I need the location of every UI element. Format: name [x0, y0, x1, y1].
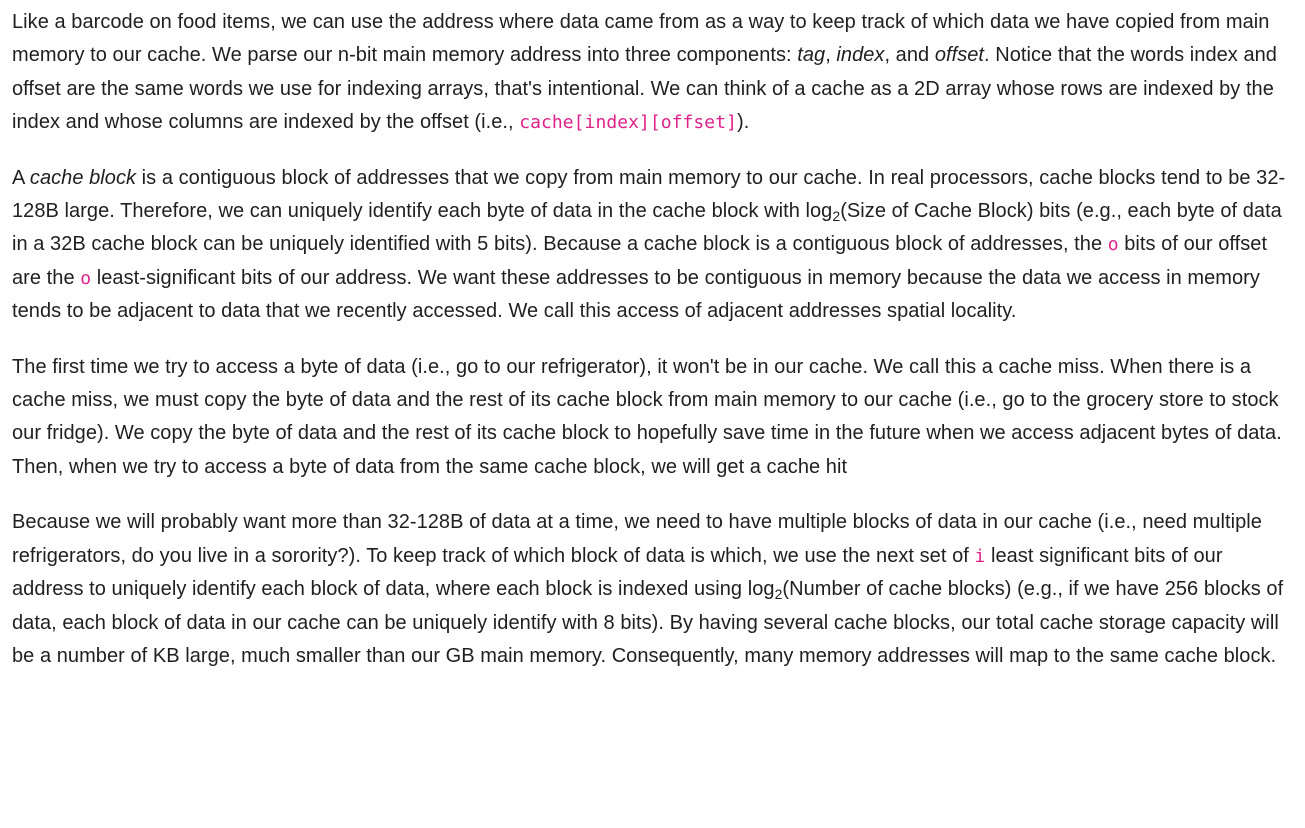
- text-run: ,: [825, 44, 837, 67]
- paragraph-address-components: Like a barcode on food items, we can use…: [12, 6, 1293, 140]
- log-subscript: 2: [832, 208, 841, 225]
- inline-code-o: o: [80, 267, 92, 289]
- paragraph-multiple-blocks: Because we will probably want more than …: [12, 506, 1293, 673]
- inline-code-o: o: [1107, 234, 1119, 256]
- text-run: ).: [736, 111, 750, 134]
- text-run: A: [12, 166, 30, 189]
- term-cache-block: cache block: [29, 166, 137, 189]
- paragraph-cache-block: A cache block is a contiguous block of a…: [12, 162, 1293, 329]
- paragraph-cache-miss: The first time we try to access a byte o…: [12, 351, 1293, 485]
- text-run: , and: [884, 44, 935, 67]
- term-tag: tag: [797, 44, 826, 67]
- document-body: Like a barcode on food items, we can use…: [0, 0, 1305, 673]
- term-offset: offset: [934, 44, 985, 67]
- text-run: The first time we try to access a byte o…: [12, 355, 1282, 478]
- term-index: index: [836, 44, 885, 67]
- inline-code-i: i: [974, 545, 986, 567]
- inline-code-cache-array: cache[index][offset]: [519, 112, 737, 134]
- text-run: least-significant bits of our address. W…: [12, 266, 1260, 323]
